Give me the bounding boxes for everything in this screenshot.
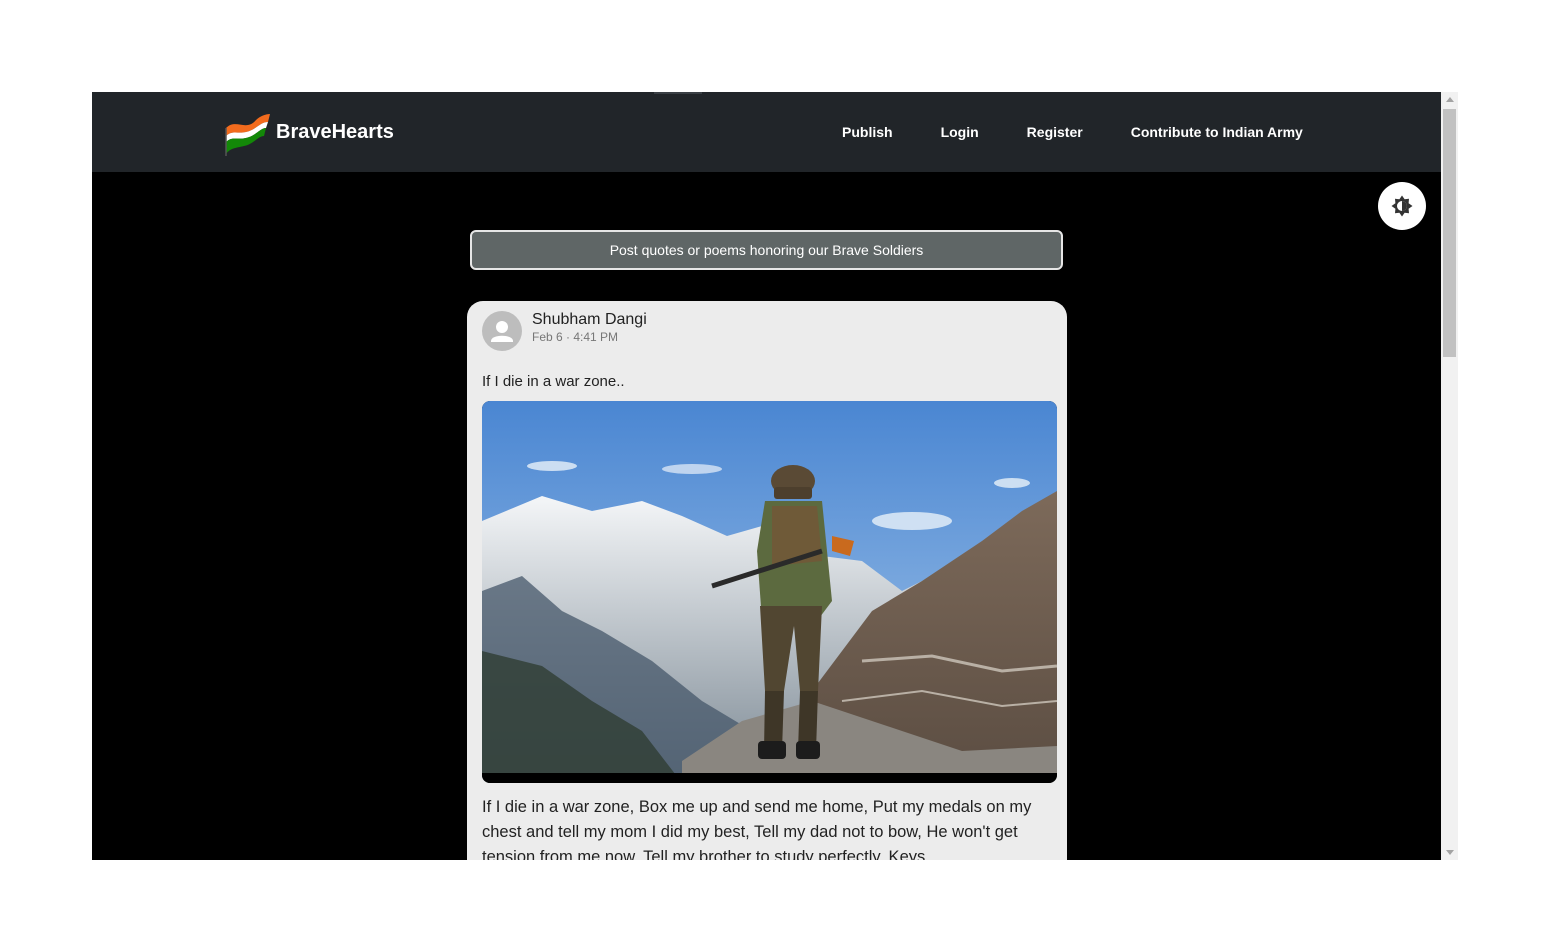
post-body: If I die in a war zone, Box me up and se… [482,798,1032,860]
post-card: Shubham Dangi Feb 6 · 4:41 PM If I die i… [467,301,1067,860]
nav-link-login[interactable]: Login [941,124,979,140]
brand-logo-link[interactable]: BraveHearts [222,106,394,158]
nav-link-publish[interactable]: Publish [842,124,893,140]
browser-viewport: BraveHearts Publish Login Register Contr… [92,92,1458,860]
post-time: Feb 6 · 4:41 PM [532,330,619,344]
scroll-down-arrow-icon[interactable] [1446,850,1454,855]
brand-name: BraveHearts [276,120,394,143]
nav-link-contribute[interactable]: Contribute to Indian Army [1131,124,1303,140]
indian-flag-logo-icon [225,114,270,156]
author-name[interactable]: Shubham Dangi [532,311,647,329]
post-prompt-button[interactable]: Post quotes or poems honoring our Brave … [470,230,1063,270]
navbar: BraveHearts Publish Login Register Contr… [92,92,1441,172]
scroll-thumb[interactable] [1443,109,1456,357]
avatar[interactable] [482,311,522,351]
post-image [482,401,1057,783]
nav-link-register[interactable]: Register [1027,124,1083,140]
brightness-icon [1391,195,1413,217]
theme-toggle-button[interactable] [1378,182,1426,230]
soldier-mountain-photo [482,401,1057,783]
scroll-up-arrow-icon[interactable] [1446,97,1454,102]
user-icon [491,321,513,342]
nav-links: Publish Login Register Contribute to Ind… [842,92,1303,172]
nav-indicator [654,92,702,94]
post-title: If I die in a war zone.. [482,373,625,390]
scrollbar[interactable] [1441,92,1458,860]
